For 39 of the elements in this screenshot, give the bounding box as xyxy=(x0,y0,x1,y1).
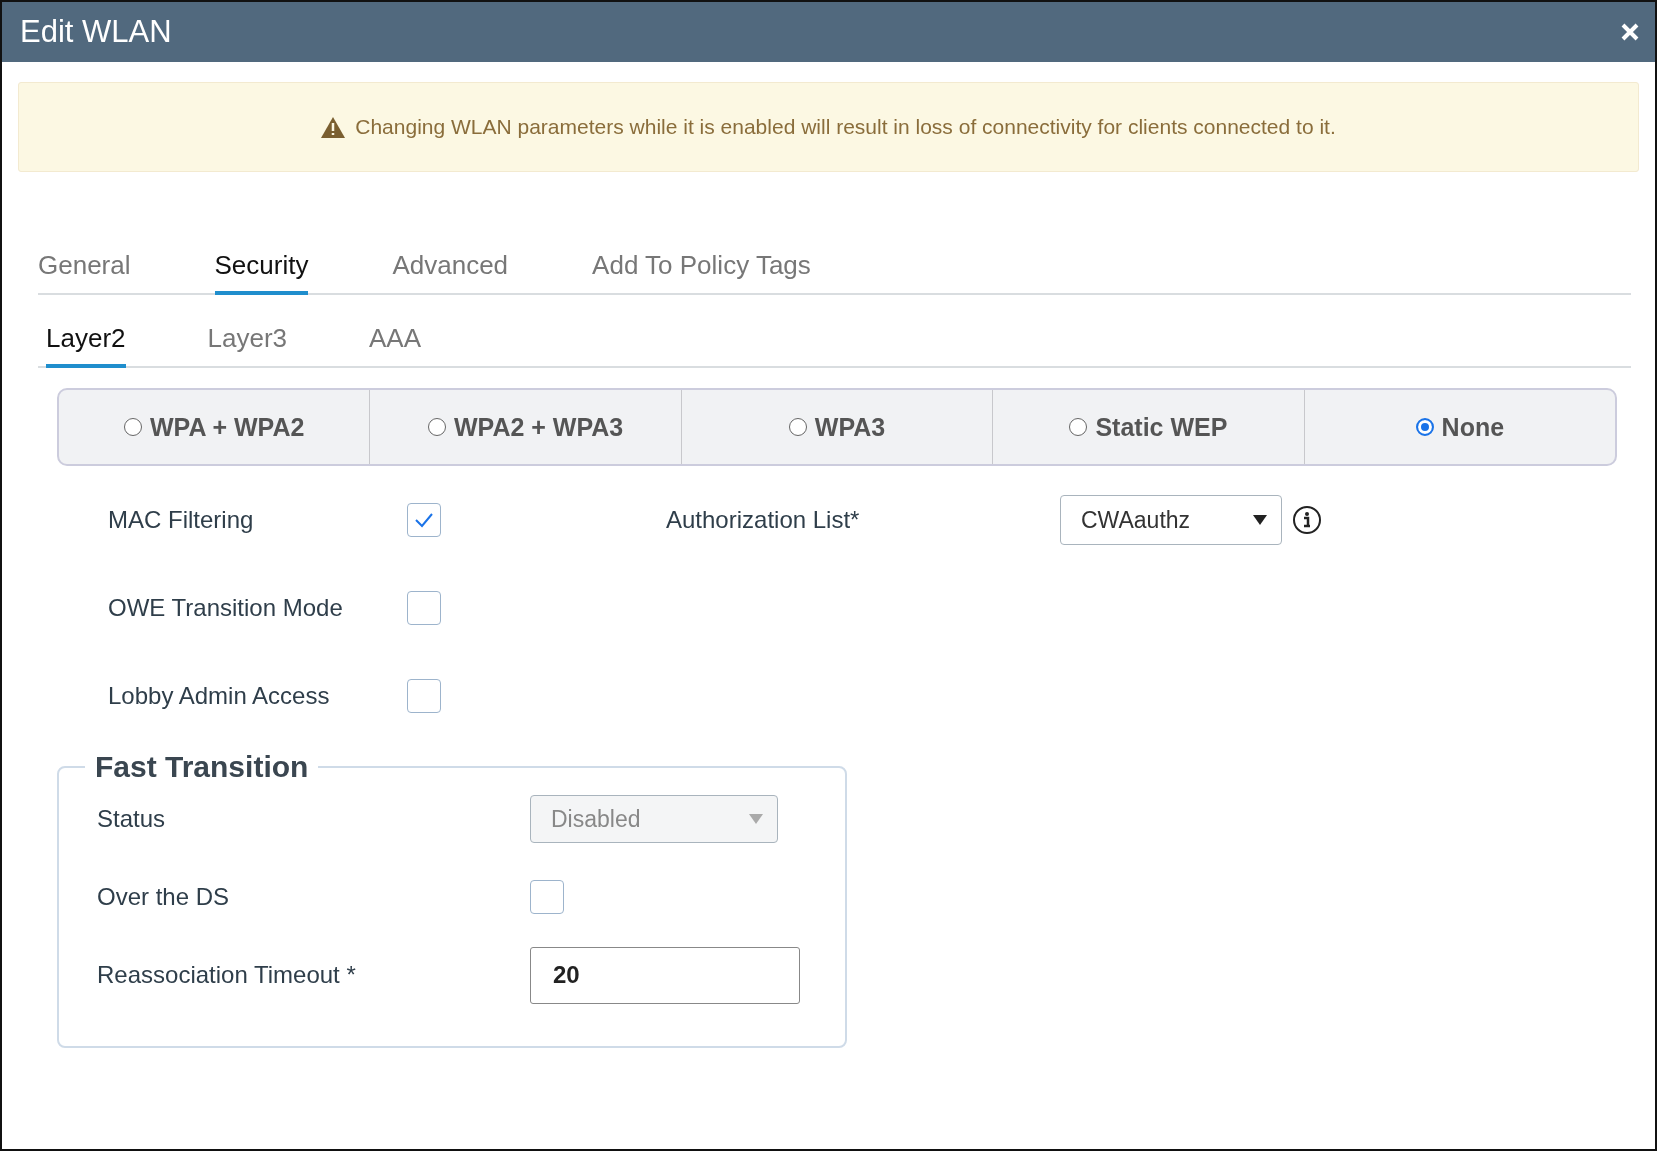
authorization-dropdown[interactable]: CWAauthz xyxy=(1060,495,1282,545)
field-label: Status xyxy=(97,805,167,833)
close-icon[interactable] xyxy=(1621,23,1639,41)
security-mode-option[interactable]: WPA + WPA2 xyxy=(59,390,370,464)
checkbox[interactable] xyxy=(407,503,441,537)
radio-button[interactable] xyxy=(124,418,142,436)
tab[interactable]: Security xyxy=(214,250,309,295)
option-label: OWE Transition Mode xyxy=(108,594,344,622)
tab[interactable]: Advanced xyxy=(392,250,509,295)
security-mode-option[interactable]: Static WEP xyxy=(992,390,1304,464)
checkmark-icon xyxy=(414,512,434,528)
checkbox[interactable] xyxy=(407,679,441,713)
sub-tab[interactable]: Layer2 xyxy=(46,323,126,368)
warning-icon xyxy=(321,116,346,138)
security-mode-option[interactable]: None xyxy=(1303,390,1615,464)
radio-button[interactable] xyxy=(1415,418,1434,436)
caret-icon xyxy=(1253,515,1267,525)
caret-icon xyxy=(749,814,763,824)
option-label: Lobby Admin Access xyxy=(108,682,331,710)
warning-text: Changing WLAN parameters while it is enabled will result in loss of connectivity for clients connected to it. xyxy=(355,115,1336,139)
tab[interactable]: Add To Policy Tags xyxy=(592,250,811,295)
security-mode-option[interactable]: WPA3 xyxy=(680,390,993,464)
radio-button[interactable] xyxy=(428,418,446,436)
info-icon[interactable] xyxy=(1292,505,1322,535)
option-label: MAC Filtering xyxy=(108,506,255,534)
authorization-label: Authorization List* xyxy=(666,506,861,534)
section-title: Fast Transition xyxy=(94,750,310,784)
radio-button[interactable] xyxy=(1069,418,1088,436)
sub-tab[interactable]: AAA xyxy=(369,323,422,368)
field-label: Reassociation Timeout * xyxy=(97,961,357,989)
window-title: Edit WLAN xyxy=(20,14,172,50)
security-mode-option[interactable]: WPA2 + WPA3 xyxy=(369,390,681,464)
checkbox[interactable] xyxy=(407,591,441,625)
field-label: Over the DS xyxy=(97,883,231,911)
radio-button[interactable] xyxy=(788,418,807,436)
tab[interactable]: General xyxy=(38,250,131,295)
timeout-input[interactable]: 20 xyxy=(530,946,800,1004)
checkbox[interactable] xyxy=(530,880,564,914)
sub-tab[interactable]: Layer3 xyxy=(207,323,287,368)
